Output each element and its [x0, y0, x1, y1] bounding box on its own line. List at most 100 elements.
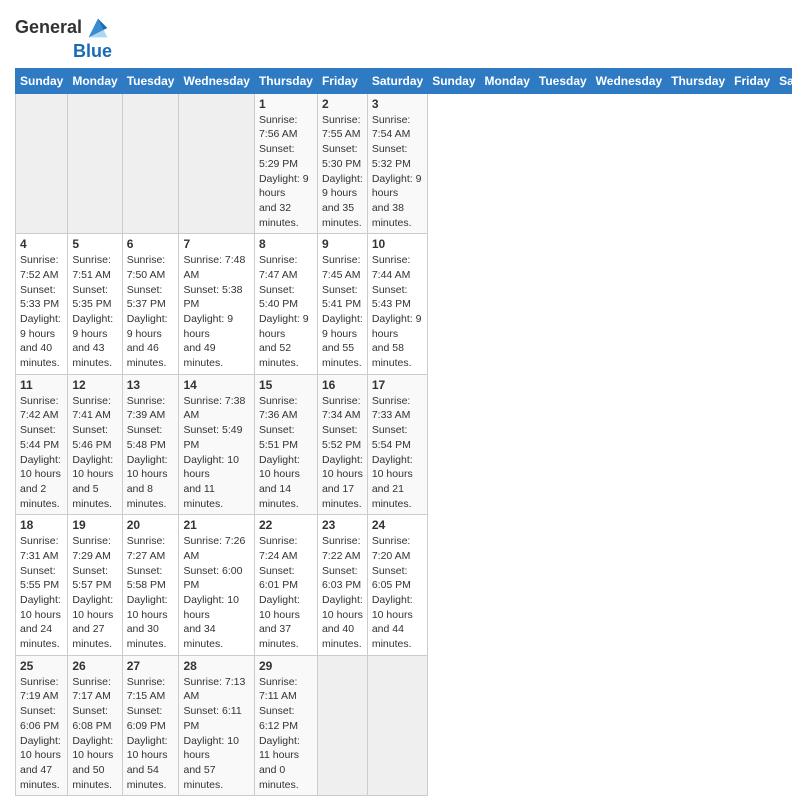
day-info: Sunrise: 7:15 AM Sunset: 6:09 PM Dayligh… [127, 675, 175, 793]
logo: General Blue [15, 14, 112, 62]
day-number: 26 [72, 659, 117, 673]
weekday-header-sunday: Sunday [16, 68, 68, 93]
calendar-cell: 25Sunrise: 7:19 AM Sunset: 6:06 PM Dayli… [16, 655, 68, 796]
day-info: Sunrise: 7:27 AM Sunset: 5:58 PM Dayligh… [127, 534, 175, 652]
calendar-cell [122, 93, 179, 234]
calendar-cell: 18 Sunrise: 7:31 AM Sunset: 5:55 PM Dayli… [16, 515, 68, 656]
weekday-header-thursday: Thursday [667, 68, 730, 93]
calendar-week-row: 1 Sunrise: 7:56 AM Sunset: 5:29 PM Daylig… [16, 93, 792, 234]
day-number: 29 [259, 659, 313, 673]
calendar-cell: 1 Sunrise: 7:56 AM Sunset: 5:29 PM Daylig… [254, 93, 317, 234]
day-number: 3 [372, 97, 423, 111]
day-number: 14 [183, 378, 249, 392]
day-info: Sunrise: 7:11 AM Sunset: 6:12 PM Dayligh… [259, 675, 313, 793]
calendar-week-row: 25Sunrise: 7:19 AM Sunset: 6:06 PM Dayli… [16, 655, 792, 796]
calendar-cell: 20 Sunrise: 7:27 AM Sunset: 5:58 PM Dayli… [122, 515, 179, 656]
calendar-cell: 6 Sunrise: 7:50 AM Sunset: 5:37 PM Daylig… [122, 234, 179, 375]
day-number: 2 [322, 97, 363, 111]
calendar-cell: 3 Sunrise: 7:54 AM Sunset: 5:32 PM Daylig… [367, 93, 427, 234]
calendar-cell: 23Sunrise: 7:22 AM Sunset: 6:03 PM Dayli… [317, 515, 367, 656]
day-number: 17 [372, 378, 423, 392]
calendar-week-row: 18 Sunrise: 7:31 AM Sunset: 5:55 PM Dayli… [16, 515, 792, 656]
logo-text: General [15, 18, 82, 38]
weekday-header-wednesday: Wednesday [591, 68, 666, 93]
weekday-header-friday: Friday [730, 68, 775, 93]
day-number: 1 [259, 97, 313, 111]
day-number: 22 [259, 518, 313, 532]
day-info: Sunrise: 7:50 AM Sunset: 5:37 PM Dayligh… [127, 253, 175, 371]
day-info: Sunrise: 7:48 AM Sunset: 5:38 PM Dayligh… [183, 253, 249, 371]
day-info: Sunrise: 7:39 AM Sunset: 5:48 PM Dayligh… [127, 394, 175, 512]
calendar-week-row: 11Sunrise: 7:42 AM Sunset: 5:44 PM Dayli… [16, 374, 792, 515]
calendar-cell: 21Sunrise: 7:26 AM Sunset: 6:00 PM Dayli… [179, 515, 254, 656]
weekday-header-monday: Monday [480, 68, 534, 93]
weekday-header-monday: Monday [68, 68, 122, 93]
calendar-cell: 4 Sunrise: 7:52 AM Sunset: 5:33 PM Daylig… [16, 234, 68, 375]
calendar-cell: 28 Sunrise: 7:13 AM Sunset: 6:11 PM Dayli… [179, 655, 254, 796]
calendar-cell: 14 Sunrise: 7:38 AM Sunset: 5:49 PM Dayli… [179, 374, 254, 515]
day-number: 4 [20, 237, 63, 251]
calendar-cell [367, 655, 427, 796]
calendar-cell [179, 93, 254, 234]
day-info: Sunrise: 7:36 AM Sunset: 5:51 PM Dayligh… [259, 394, 313, 512]
day-number: 16 [322, 378, 363, 392]
weekday-header-saturday: Saturday [775, 68, 792, 93]
weekday-header-friday: Friday [317, 68, 367, 93]
calendar-cell: 8 Sunrise: 7:47 AM Sunset: 5:40 PM Daylig… [254, 234, 317, 375]
day-number: 23 [322, 518, 363, 532]
day-number: 18 [20, 518, 63, 532]
calendar-cell: 12Sunrise: 7:41 AM Sunset: 5:46 PM Dayli… [68, 374, 122, 515]
day-info: Sunrise: 7:31 AM Sunset: 5:55 PM Dayligh… [20, 534, 63, 652]
weekday-header-sunday: Sunday [428, 68, 480, 93]
day-number: 8 [259, 237, 313, 251]
calendar-cell: 22 Sunrise: 7:24 AM Sunset: 6:01 PM Dayli… [254, 515, 317, 656]
day-number: 6 [127, 237, 175, 251]
calendar-cell: 27 Sunrise: 7:15 AM Sunset: 6:09 PM Dayli… [122, 655, 179, 796]
day-info: Sunrise: 7:26 AM Sunset: 6:00 PM Dayligh… [183, 534, 249, 652]
calendar-cell: 2Sunrise: 7:55 AM Sunset: 5:30 PM Daylig… [317, 93, 367, 234]
day-number: 20 [127, 518, 175, 532]
day-info: Sunrise: 7:54 AM Sunset: 5:32 PM Dayligh… [372, 113, 423, 231]
day-number: 13 [127, 378, 175, 392]
calendar-cell: 7 Sunrise: 7:48 AM Sunset: 5:38 PM Daylig… [179, 234, 254, 375]
calendar-cell: 5Sunrise: 7:51 AM Sunset: 5:35 PM Daylig… [68, 234, 122, 375]
day-number: 24 [372, 518, 423, 532]
calendar-cell: 24 Sunrise: 7:20 AM Sunset: 6:05 PM Dayli… [367, 515, 427, 656]
calendar-table: SundayMondayTuesdayWednesdayThursdayFrid… [15, 68, 792, 797]
calendar-week-row: 4 Sunrise: 7:52 AM Sunset: 5:33 PM Daylig… [16, 234, 792, 375]
day-number: 15 [259, 378, 313, 392]
day-info: Sunrise: 7:33 AM Sunset: 5:54 PM Dayligh… [372, 394, 423, 512]
calendar-cell: 13 Sunrise: 7:39 AM Sunset: 5:48 PM Dayli… [122, 374, 179, 515]
calendar-cell: 19 Sunrise: 7:29 AM Sunset: 5:57 PM Dayli… [68, 515, 122, 656]
day-info: Sunrise: 7:56 AM Sunset: 5:29 PM Dayligh… [259, 113, 313, 231]
day-number: 19 [72, 518, 117, 532]
weekday-header-wednesday: Wednesday [179, 68, 254, 93]
calendar-cell [317, 655, 367, 796]
day-info: Sunrise: 7:13 AM Sunset: 6:11 PM Dayligh… [183, 675, 249, 793]
day-info: Sunrise: 7:42 AM Sunset: 5:44 PM Dayligh… [20, 394, 63, 512]
day-number: 27 [127, 659, 175, 673]
day-number: 12 [72, 378, 117, 392]
day-number: 28 [183, 659, 249, 673]
calendar-cell: 29 Sunrise: 7:11 AM Sunset: 6:12 PM Dayli… [254, 655, 317, 796]
calendar-cell [16, 93, 68, 234]
day-info: Sunrise: 7:29 AM Sunset: 5:57 PM Dayligh… [72, 534, 117, 652]
weekday-header-saturday: Saturday [367, 68, 427, 93]
day-info: Sunrise: 7:47 AM Sunset: 5:40 PM Dayligh… [259, 253, 313, 371]
logo-blue-text: Blue [73, 42, 112, 62]
day-info: Sunrise: 7:52 AM Sunset: 5:33 PM Dayligh… [20, 253, 63, 371]
day-number: 9 [322, 237, 363, 251]
page-header: General Blue [15, 10, 777, 62]
calendar-cell: 16 Sunrise: 7:34 AM Sunset: 5:52 PM Dayli… [317, 374, 367, 515]
day-info: Sunrise: 7:44 AM Sunset: 5:43 PM Dayligh… [372, 253, 423, 371]
day-info: Sunrise: 7:17 AM Sunset: 6:08 PM Dayligh… [72, 675, 117, 793]
day-info: Sunrise: 7:24 AM Sunset: 6:01 PM Dayligh… [259, 534, 313, 652]
day-info: Sunrise: 7:20 AM Sunset: 6:05 PM Dayligh… [372, 534, 423, 652]
weekday-header-tuesday: Tuesday [122, 68, 179, 93]
day-number: 7 [183, 237, 249, 251]
day-info: Sunrise: 7:34 AM Sunset: 5:52 PM Dayligh… [322, 394, 363, 512]
day-info: Sunrise: 7:45 AM Sunset: 5:41 PM Dayligh… [322, 253, 363, 371]
day-info: Sunrise: 7:38 AM Sunset: 5:49 PM Dayligh… [183, 394, 249, 512]
weekday-header-tuesday: Tuesday [534, 68, 591, 93]
day-number: 25 [20, 659, 63, 673]
